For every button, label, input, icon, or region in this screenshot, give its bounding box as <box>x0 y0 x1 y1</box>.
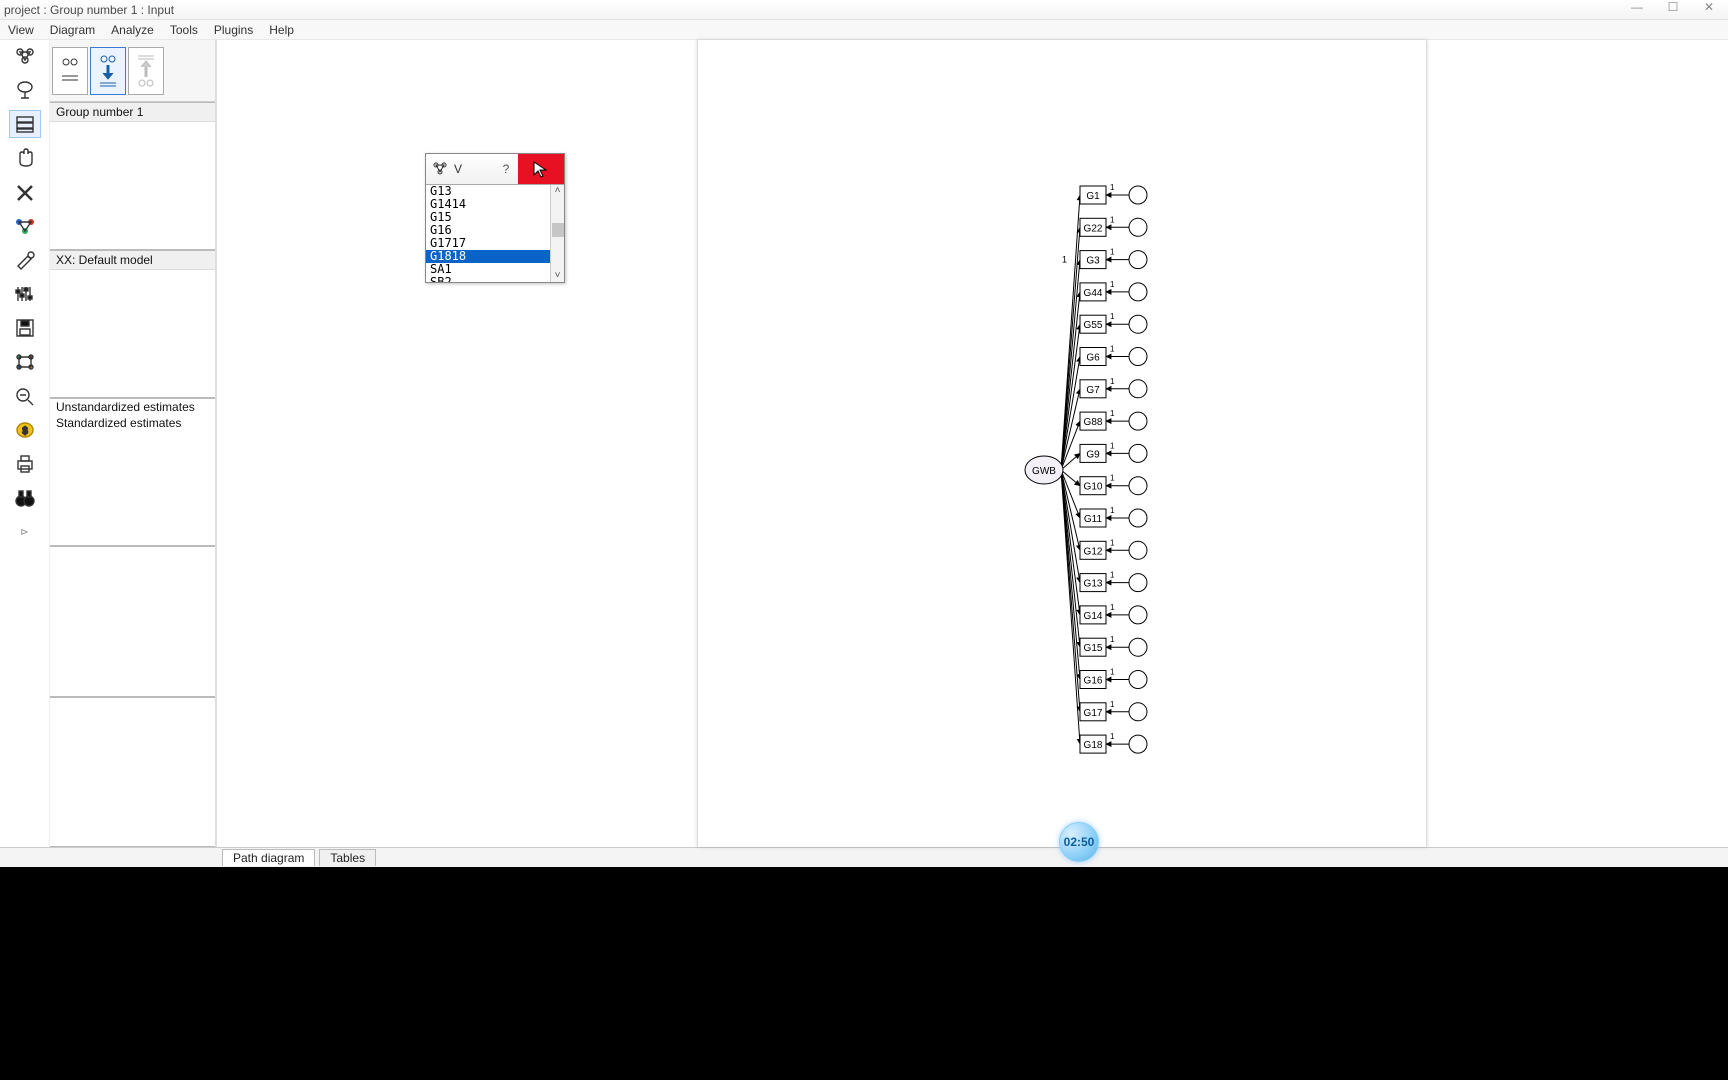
menu-diagram[interactable]: Diagram <box>42 23 103 37</box>
view-output-up-btn[interactable] <box>128 47 164 95</box>
svg-text:1: 1 <box>1110 700 1115 709</box>
tool-zoomout-icon[interactable] <box>9 382 41 410</box>
menu-analyze[interactable]: Analyze <box>103 23 162 37</box>
svg-text:1: 1 <box>1110 732 1115 741</box>
svg-text:G7: G7 <box>1086 385 1100 396</box>
mouse-cursor-icon <box>532 160 550 178</box>
tool-hand-icon[interactable] <box>9 144 41 172</box>
variable-list-item[interactable]: SB2 <box>426 276 564 282</box>
popup-title-text: V <box>454 162 494 176</box>
svg-text:1: 1 <box>1062 255 1067 265</box>
svg-text:1: 1 <box>1110 345 1115 354</box>
tool-save-icon[interactable] <box>9 314 41 342</box>
svg-text:G13: G13 <box>1084 579 1103 590</box>
svg-text:G17: G17 <box>1084 708 1103 719</box>
tool-observed-icon[interactable] <box>9 110 41 138</box>
models-panel-body <box>50 270 215 370</box>
groups-panel-header: Group number 1 <box>50 103 215 122</box>
window-titlebar: project : Group number 1 : Input — ☐ ✕ <box>0 0 1728 20</box>
svg-text:G10: G10 <box>1084 482 1103 493</box>
view-input-btn[interactable] <box>52 47 88 95</box>
popup-help-button[interactable]: ? <box>494 162 518 176</box>
svg-text:1: 1 <box>1110 506 1115 515</box>
svg-text:1: 1 <box>1110 603 1115 612</box>
svg-text:1: 1 <box>1110 571 1115 580</box>
svg-text:1: 1 <box>1110 441 1115 450</box>
svg-text:1: 1 <box>1110 668 1115 677</box>
menu-bar: View Diagram Analyze Tools Plugins Help <box>0 20 1728 40</box>
side-panels: Group number 1 XX: Default model Unstand… <box>50 40 215 847</box>
canvas-page: G11G221G31G441G551G61G71G881G91G101G111G… <box>697 40 1427 847</box>
tool-select-icon[interactable] <box>9 42 41 70</box>
svg-text:G55: G55 <box>1084 320 1103 331</box>
svg-text:G16: G16 <box>1084 676 1103 687</box>
path-diagram[interactable]: G11G221G31G441G551G61G71G881G91G101G111G… <box>698 40 1428 847</box>
svg-text:1: 1 <box>1110 474 1115 483</box>
models-panel-header: XX: Default model <box>50 251 215 270</box>
tab-path-diagram[interactable]: Path diagram <box>222 849 315 866</box>
tool-multigroup-icon[interactable] <box>9 212 41 240</box>
tool-expand-icon[interactable]: ⊳ <box>9 518 41 546</box>
groups-panel-body <box>50 122 215 222</box>
svg-text:G22: G22 <box>1084 223 1103 234</box>
popup-icon <box>426 161 454 178</box>
tool-brush-icon[interactable] <box>9 246 41 274</box>
window-minimize-icon[interactable]: — <box>1622 0 1652 14</box>
view-output-down-btn[interactable] <box>90 47 126 95</box>
svg-text:1: 1 <box>1110 248 1115 257</box>
svg-text:GWB: GWB <box>1032 466 1056 477</box>
svg-text:1: 1 <box>1110 635 1115 644</box>
listbox-scrollbar[interactable]: ˄ ˅ <box>550 185 564 282</box>
popup-close-button[interactable] <box>518 154 564 184</box>
tool-dollar-icon[interactable]: $ <box>9 416 41 444</box>
variable-listbox[interactable]: G13G1414G15G16G1717G1818SA1SB2 ˄ ˅ <box>426 184 564 282</box>
svg-text:G6: G6 <box>1086 353 1100 364</box>
svg-text:1: 1 <box>1110 215 1115 224</box>
svg-text:1: 1 <box>1110 183 1115 192</box>
menu-plugins[interactable]: Plugins <box>206 23 261 37</box>
menu-help[interactable]: Help <box>261 23 302 37</box>
menu-view[interactable]: View <box>0 23 42 37</box>
bottom-tabs: Path diagram Tables <box>0 847 1728 867</box>
view-switcher <box>50 40 215 102</box>
window-title: project : Group number 1 : Input <box>4 3 174 17</box>
svg-text:G1: G1 <box>1086 191 1100 202</box>
window-maximize-icon[interactable]: ☐ <box>1658 0 1688 14</box>
svg-text:G88: G88 <box>1084 417 1103 428</box>
timer-badge: 02:50 <box>1059 822 1099 862</box>
svg-text:1: 1 <box>1110 409 1115 418</box>
tab-tables[interactable]: Tables <box>319 849 376 866</box>
svg-text:G9: G9 <box>1086 449 1100 460</box>
tool-erase-icon[interactable] <box>9 178 41 206</box>
svg-text:G15: G15 <box>1084 643 1103 654</box>
variable-list-popup: V ? G13G1414G15G16G1717G1818SA1SB2 ˄ ˅ <box>425 153 565 283</box>
svg-text:G12: G12 <box>1084 546 1103 557</box>
empty-panel-1 <box>50 547 215 696</box>
tool-sliders-icon[interactable] <box>9 280 41 308</box>
svg-text:1: 1 <box>1110 280 1115 289</box>
scroll-thumb[interactable] <box>552 223 564 237</box>
scroll-down-icon[interactable]: ˅ <box>555 270 561 282</box>
svg-text:G14: G14 <box>1084 611 1103 622</box>
tool-latent-icon[interactable] <box>9 76 41 104</box>
estimates-unstd[interactable]: Unstandardized estimates <box>50 399 215 415</box>
estimates-std[interactable]: Standardized estimates <box>50 415 215 431</box>
window-close-icon[interactable]: ✕ <box>1694 0 1724 14</box>
tool-binoculars-icon[interactable] <box>9 484 41 512</box>
svg-text:1: 1 <box>1110 312 1115 321</box>
scroll-up-icon[interactable]: ˄ <box>555 185 561 197</box>
svg-text:G18: G18 <box>1084 740 1103 751</box>
svg-text:$: $ <box>22 426 28 437</box>
menu-tools[interactable]: Tools <box>162 23 206 37</box>
svg-text:1: 1 <box>1110 538 1115 547</box>
tool-palette: $ ⊳ <box>0 40 50 847</box>
svg-text:G3: G3 <box>1086 256 1100 267</box>
svg-text:1: 1 <box>1110 377 1115 386</box>
svg-text:G11: G11 <box>1084 514 1103 525</box>
svg-text:G44: G44 <box>1084 288 1103 299</box>
tool-print-icon[interactable] <box>9 450 41 478</box>
empty-panel-2 <box>50 698 215 847</box>
tool-graph-icon[interactable] <box>9 348 41 376</box>
timer-text: 02:50 <box>1064 835 1095 849</box>
